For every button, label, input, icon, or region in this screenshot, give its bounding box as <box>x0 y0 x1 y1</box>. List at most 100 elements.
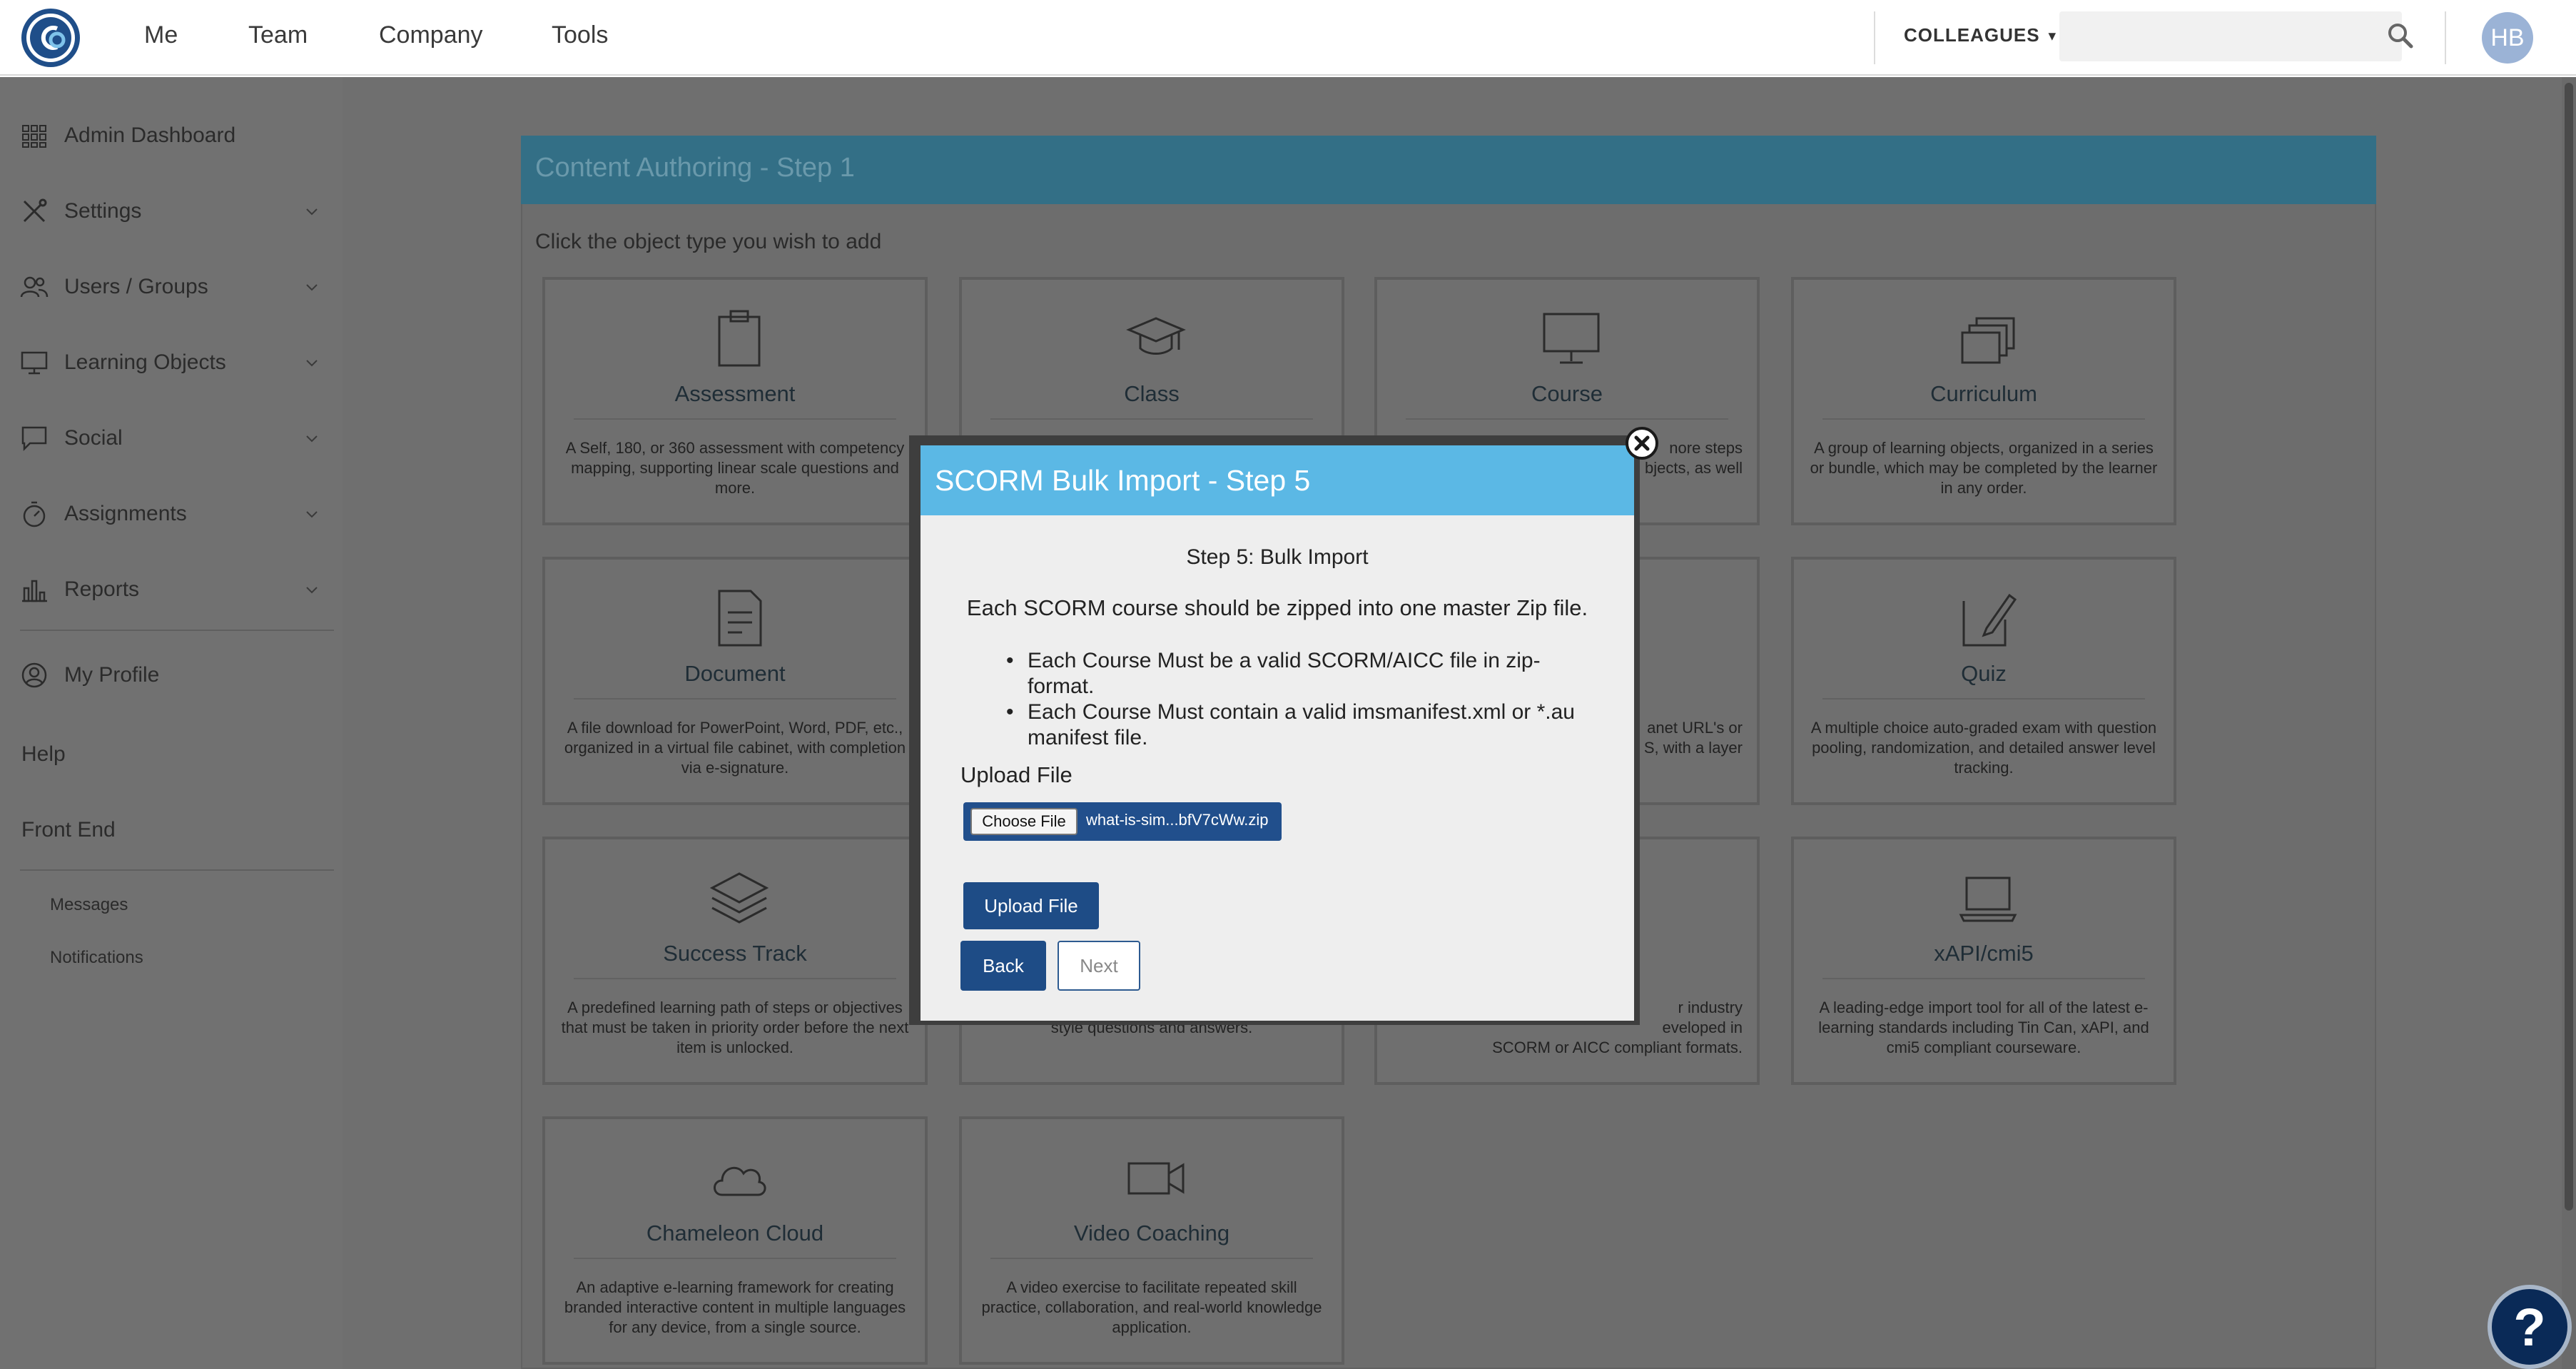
card-quiz[interactable]: Quiz A multiple choice auto-graded exam … <box>1791 557 2176 805</box>
card-title: Class <box>1124 381 1180 406</box>
upload-file-label: Upload File <box>960 762 1073 787</box>
back-button[interactable]: Back <box>960 941 1046 991</box>
choose-file-button[interactable]: Choose File <box>970 808 1077 835</box>
card-divider <box>990 1258 1313 1259</box>
nav-me[interactable]: Me <box>144 21 178 49</box>
card-document[interactable]: Document A file download for PowerPoint,… <box>542 557 928 805</box>
layers-icon <box>709 872 769 924</box>
search-icon[interactable] <box>2386 21 2415 50</box>
requirements-list: Each Course Must be a valid SCORM/AICC f… <box>1006 648 1591 751</box>
card-divider <box>1406 418 1728 420</box>
upload-file-button[interactable]: Upload File <box>963 882 1099 929</box>
cloud-icon <box>714 1166 766 1196</box>
grid-icon <box>22 125 46 148</box>
step-label: Step 5: Bulk Import <box>1186 545 1369 569</box>
requirement-item: Each Course Must be a valid SCORM/AICC f… <box>1006 648 1591 699</box>
card-video-coaching[interactable]: Video Coaching A video exercise to facil… <box>959 1116 1344 1365</box>
card-title: Assessment <box>674 381 796 406</box>
document-icon <box>718 590 762 647</box>
stopwatch-icon <box>23 501 46 527</box>
card-title: Success Track <box>663 941 807 966</box>
card-divider <box>574 698 896 699</box>
modal-close-button[interactable] <box>1626 427 1658 460</box>
sidebar-item-label: Settings <box>64 199 142 223</box>
tools-icon <box>23 198 47 223</box>
sidebar-item-admin-dashboard[interactable] <box>20 77 327 113</box>
nav-company[interactable]: Company <box>379 21 483 49</box>
card-divider <box>574 978 896 979</box>
sidebar-item-reports[interactable]: Reports <box>20 572 327 607</box>
sidebar-item-assignments[interactable]: Assignments <box>20 496 327 532</box>
next-button[interactable]: Next <box>1058 941 1140 991</box>
card-title: Curriculum <box>1930 381 2037 406</box>
sidebar-item-front-end[interactable]: Front End <box>21 818 116 842</box>
sidebar-item-help[interactable]: Help <box>21 742 66 767</box>
card-description: A leading-edge import tool for all of th… <box>1818 999 2149 1056</box>
card-title: Video Coaching <box>1073 1221 1230 1246</box>
file-input[interactable]: Choose File what-is-sim...bfV7cWw.zip <box>963 802 1282 841</box>
chevron-down-icon <box>306 284 318 291</box>
card-success-track[interactable]: Success Track A predefined learning path… <box>542 837 928 1085</box>
close-icon <box>1634 435 1650 451</box>
instruction-text: Click the object type you wish to add <box>535 230 882 253</box>
nav-team[interactable]: Team <box>248 21 308 49</box>
sidebar-item-label: Admin Dashboard <box>64 123 236 147</box>
sidebar-item-settings[interactable]: Settings <box>20 193 327 229</box>
colleagues-dropdown[interactable]: COLLEAGUES ▼ <box>1904 24 2059 46</box>
sidebar-item-notifications[interactable]: Notifications <box>50 948 143 968</box>
card-description: A video exercise to facilitate repeated … <box>981 1278 1322 1336</box>
card-title: Chameleon Cloud <box>646 1221 824 1246</box>
sidebar-item-admin-dashboard[interactable]: Admin Dashboard <box>20 118 327 153</box>
chevron-down-icon <box>306 587 318 594</box>
user-circle-icon <box>21 662 47 688</box>
help-button[interactable]: ? <box>2488 1285 2572 1369</box>
colleagues-label: COLLEAGUES <box>1904 24 2040 46</box>
sidebar-item-label: Learning Objects <box>64 350 226 374</box>
users-icon <box>20 276 49 298</box>
sidebar-item-label: Users / Groups <box>64 275 208 298</box>
sidebar-item-learning-objects[interactable]: Learning Objects <box>20 345 327 380</box>
monitor-icon <box>1543 313 1600 364</box>
search-input[interactable] <box>2059 11 2402 61</box>
modal-header: SCORM Bulk Import - Step 5 <box>921 445 1634 515</box>
avatar[interactable]: HB <box>2482 12 2533 64</box>
card-title: Quiz <box>1961 661 2007 686</box>
card-xapi[interactable]: xAPI/cmi5 A leading-edge import tool for… <box>1791 837 2176 1085</box>
card-curriculum[interactable]: Curriculum A group of learning objects, … <box>1791 277 2176 525</box>
card-title: Course <box>1531 381 1603 406</box>
card-divider <box>574 1258 896 1259</box>
sidebar-item-label: My Profile <box>64 663 160 687</box>
caret-down-icon: ▼ <box>2045 29 2059 44</box>
sidebar-divider <box>20 630 334 631</box>
card-title: Document <box>684 661 786 686</box>
nav-tools[interactable]: Tools <box>552 21 608 49</box>
card-description: A multiple choice auto-graded exam with … <box>1810 719 2157 777</box>
monitor-icon <box>21 351 48 375</box>
page-title: Content Authoring - Step 1 <box>535 153 855 183</box>
card-divider <box>990 418 1313 420</box>
card-title: xAPI/cmi5 <box>1934 941 2034 966</box>
company-logo[interactable] <box>20 7 81 69</box>
card-description: A group of learning objects, organized i… <box>1810 439 2158 497</box>
sidebar-item-label: Social <box>64 426 123 450</box>
sidebar-item-social[interactable]: Social <box>20 420 327 456</box>
sidebar-item-label: Assignments <box>64 502 187 525</box>
scorm-import-modal: SCORM Bulk Import - Step 5 Step 5: Bulk … <box>921 445 1634 1021</box>
modal-title: SCORM Bulk Import - Step 5 <box>935 464 1311 497</box>
sidebar-item-label: Reports <box>64 577 140 601</box>
nav-divider <box>1874 11 1875 64</box>
card-divider <box>574 418 896 420</box>
card-divider <box>1822 698 2145 699</box>
card-chameleon-cloud[interactable]: Chameleon Cloud An adaptive e-learning f… <box>542 1116 928 1365</box>
scrollbar-thumb[interactable] <box>2565 83 2573 1211</box>
card-assessment[interactable]: Assessment A Self, 180, or 360 assessmen… <box>542 277 928 525</box>
sidebar-item-messages[interactable]: Messages <box>50 895 128 915</box>
sidebar-item-my-profile[interactable]: My Profile <box>20 657 327 693</box>
card-divider <box>1822 978 2145 979</box>
sidebar-item-users-groups[interactable]: Users / Groups <box>20 269 327 305</box>
bar-chart-icon <box>22 580 47 602</box>
video-camera-icon <box>1127 1162 1185 1195</box>
graduation-cap-icon <box>1126 317 1186 355</box>
card-description: A Self, 180, or 360 assessment with comp… <box>565 439 905 497</box>
requirement-item: Each Course Must contain a valid imsmani… <box>1006 699 1591 751</box>
